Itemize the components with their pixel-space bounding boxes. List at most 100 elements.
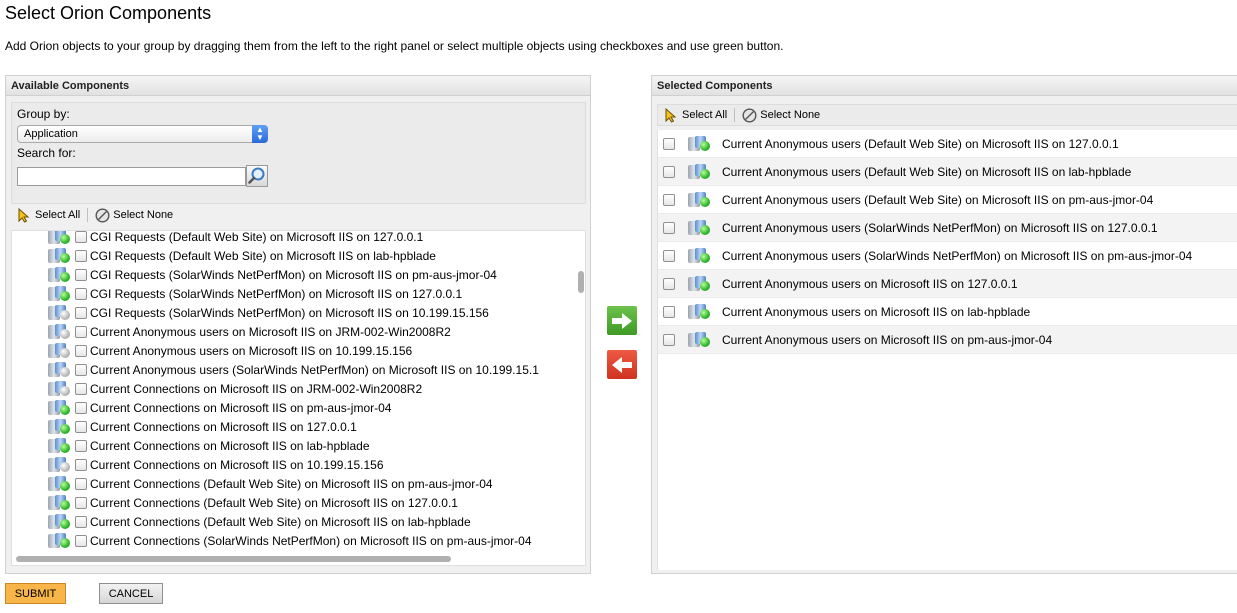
application-node-icon — [48, 513, 72, 530]
available-list-item[interactable]: Current Connections on Microsoft IIS on … — [12, 417, 357, 436]
available-list-item[interactable]: Current Anonymous users on Microsoft IIS… — [12, 341, 412, 360]
selected-list-item[interactable]: Current Anonymous users on Microsoft IIS… — [658, 270, 1237, 298]
item-checkbox[interactable] — [75, 231, 87, 243]
item-checkbox[interactable] — [75, 496, 87, 509]
item-label: CGI Requests (SolarWinds NetPerfMon) on … — [90, 305, 489, 320]
search-input[interactable] — [17, 167, 246, 186]
item-label: Current Anonymous users on Microsoft IIS… — [722, 304, 1031, 319]
group-by-value: Application — [24, 128, 78, 140]
selected-list-item[interactable]: Current Anonymous users (SolarWinds NetP… — [658, 214, 1237, 242]
available-list-item[interactable]: Current Connections on Microsoft IIS on … — [12, 379, 422, 398]
vertical-scrollbar[interactable] — [578, 271, 584, 293]
item-checkbox[interactable] — [663, 165, 675, 178]
item-checkbox[interactable] — [663, 277, 675, 290]
available-list-item[interactable]: Current Connections (Default Web Site) o… — [12, 512, 471, 531]
available-list-item[interactable]: Current Connections on Microsoft IIS on … — [12, 455, 384, 474]
application-node-icon — [688, 247, 712, 264]
available-list-item[interactable]: Current Connections on Microsoft IIS on … — [12, 398, 391, 417]
item-checkbox[interactable] — [663, 137, 675, 150]
item-label: Current Connections (SolarWinds NetPerfM… — [90, 533, 532, 548]
application-node-icon — [688, 219, 712, 236]
available-list-item[interactable]: CGI Requests (SolarWinds NetPerfMon) on … — [12, 284, 462, 303]
item-checkbox[interactable] — [75, 249, 87, 262]
item-label: Current Anonymous users on Microsoft IIS… — [90, 324, 451, 339]
status-unknown-icon — [60, 366, 70, 377]
item-checkbox[interactable] — [75, 363, 87, 376]
selected-select-all-button[interactable]: Select All — [664, 107, 728, 123]
available-select-none-button[interactable]: Select None — [95, 207, 173, 223]
item-label: CGI Requests (Default Web Site) on Micro… — [90, 230, 424, 244]
available-select-all-button[interactable]: Select All — [17, 207, 81, 223]
item-checkbox[interactable] — [663, 249, 675, 262]
remove-from-group-button[interactable] — [607, 350, 637, 379]
item-checkbox[interactable] — [75, 477, 87, 490]
available-components-header: Available Components — [6, 76, 590, 96]
application-node-icon — [688, 331, 712, 348]
submit-button[interactable]: SUBMIT — [5, 583, 66, 604]
application-node-icon — [48, 494, 72, 511]
search-label: Search for: — [17, 146, 76, 160]
add-to-group-button[interactable] — [607, 306, 637, 335]
selected-select-all-label: Select All — [682, 109, 728, 121]
available-list-item[interactable]: CGI Requests (Default Web Site) on Micro… — [12, 246, 436, 265]
application-node-icon — [48, 437, 72, 454]
cancel-button[interactable]: CANCEL — [99, 583, 163, 604]
item-checkbox[interactable] — [75, 401, 87, 414]
selected-components-list[interactable]: Current Anonymous users (Default Web Sit… — [657, 130, 1237, 570]
horizontal-scrollbar[interactable] — [16, 556, 451, 562]
selected-list-item[interactable]: Current Anonymous users (Default Web Sit… — [658, 186, 1237, 214]
selected-list-item[interactable]: Current Anonymous users (SolarWinds NetP… — [658, 242, 1237, 270]
item-label: Current Connections on Microsoft IIS on … — [90, 400, 392, 415]
arrow-right-icon — [612, 312, 632, 329]
item-checkbox[interactable] — [663, 193, 675, 206]
item-checkbox[interactable] — [75, 325, 87, 338]
application-node-icon — [688, 163, 712, 180]
available-components-list[interactable]: Current Connections (SolarWinds NetPerfM… — [11, 230, 586, 566]
item-label: Current Anonymous users on Microsoft IIS… — [722, 276, 1018, 291]
item-checkbox[interactable] — [75, 439, 87, 452]
status-up-icon — [60, 442, 70, 453]
available-list-item[interactable]: Current Connections (Default Web Site) o… — [12, 474, 493, 493]
available-select-all-label: Select All — [35, 209, 81, 221]
available-list-item[interactable]: Current Connections (SolarWinds NetPerfM… — [12, 531, 532, 550]
available-list-item[interactable]: CGI Requests (SolarWinds NetPerfMon) on … — [12, 303, 489, 322]
status-up-icon — [60, 480, 70, 491]
select-updown-icon: ▲ ▼ — [252, 125, 268, 143]
item-label: Current Anonymous users (Default Web Sit… — [722, 136, 1119, 151]
item-checkbox[interactable] — [75, 344, 87, 357]
item-checkbox[interactable] — [75, 515, 87, 528]
item-checkbox[interactable] — [75, 534, 87, 547]
available-list-item[interactable]: CGI Requests (SolarWinds NetPerfMon) on … — [12, 265, 497, 284]
search-button[interactable] — [246, 165, 268, 187]
separator — [734, 108, 736, 122]
selected-list-item[interactable]: Current Anonymous users on Microsoft IIS… — [658, 326, 1237, 354]
application-node-icon — [48, 231, 72, 245]
item-checkbox[interactable] — [663, 221, 675, 234]
item-checkbox[interactable] — [75, 382, 87, 395]
selected-list-item[interactable]: Current Anonymous users (Default Web Sit… — [658, 130, 1237, 158]
selected-select-none-button[interactable]: Select None — [742, 107, 820, 123]
item-checkbox[interactable] — [75, 306, 87, 319]
group-by-select[interactable]: Application ▲ ▼ — [17, 125, 268, 143]
selected-list-item[interactable]: Current Anonymous users (Default Web Sit… — [658, 158, 1237, 186]
page-title: Select Orion Components — [5, 3, 212, 23]
available-list-item[interactable]: CGI Requests (Default Web Site) on Micro… — [12, 230, 424, 246]
item-checkbox[interactable] — [75, 287, 87, 300]
item-label: Current Anonymous users on Microsoft IIS… — [722, 332, 1053, 347]
item-checkbox[interactable] — [75, 420, 87, 433]
item-checkbox[interactable] — [663, 305, 675, 318]
item-checkbox[interactable] — [663, 333, 675, 346]
available-list-item[interactable]: Current Anonymous users on Microsoft IIS… — [12, 322, 451, 341]
application-node-icon — [688, 191, 712, 208]
item-checkbox[interactable] — [75, 458, 87, 471]
status-up-icon — [700, 168, 710, 179]
available-list-item[interactable]: Current Anonymous users (SolarWinds NetP… — [12, 360, 539, 379]
item-checkbox[interactable] — [75, 268, 87, 281]
available-list-item[interactable]: Current Connections on Microsoft IIS on … — [12, 436, 370, 455]
status-up-icon — [60, 252, 70, 263]
selected-list-item[interactable]: Current Anonymous users on Microsoft IIS… — [658, 298, 1237, 326]
item-label: Current Connections on Microsoft IIS on … — [90, 457, 384, 472]
status-up-icon — [700, 280, 710, 291]
application-node-icon — [48, 399, 72, 416]
available-list-item[interactable]: Current Connections (Default Web Site) o… — [12, 493, 458, 512]
